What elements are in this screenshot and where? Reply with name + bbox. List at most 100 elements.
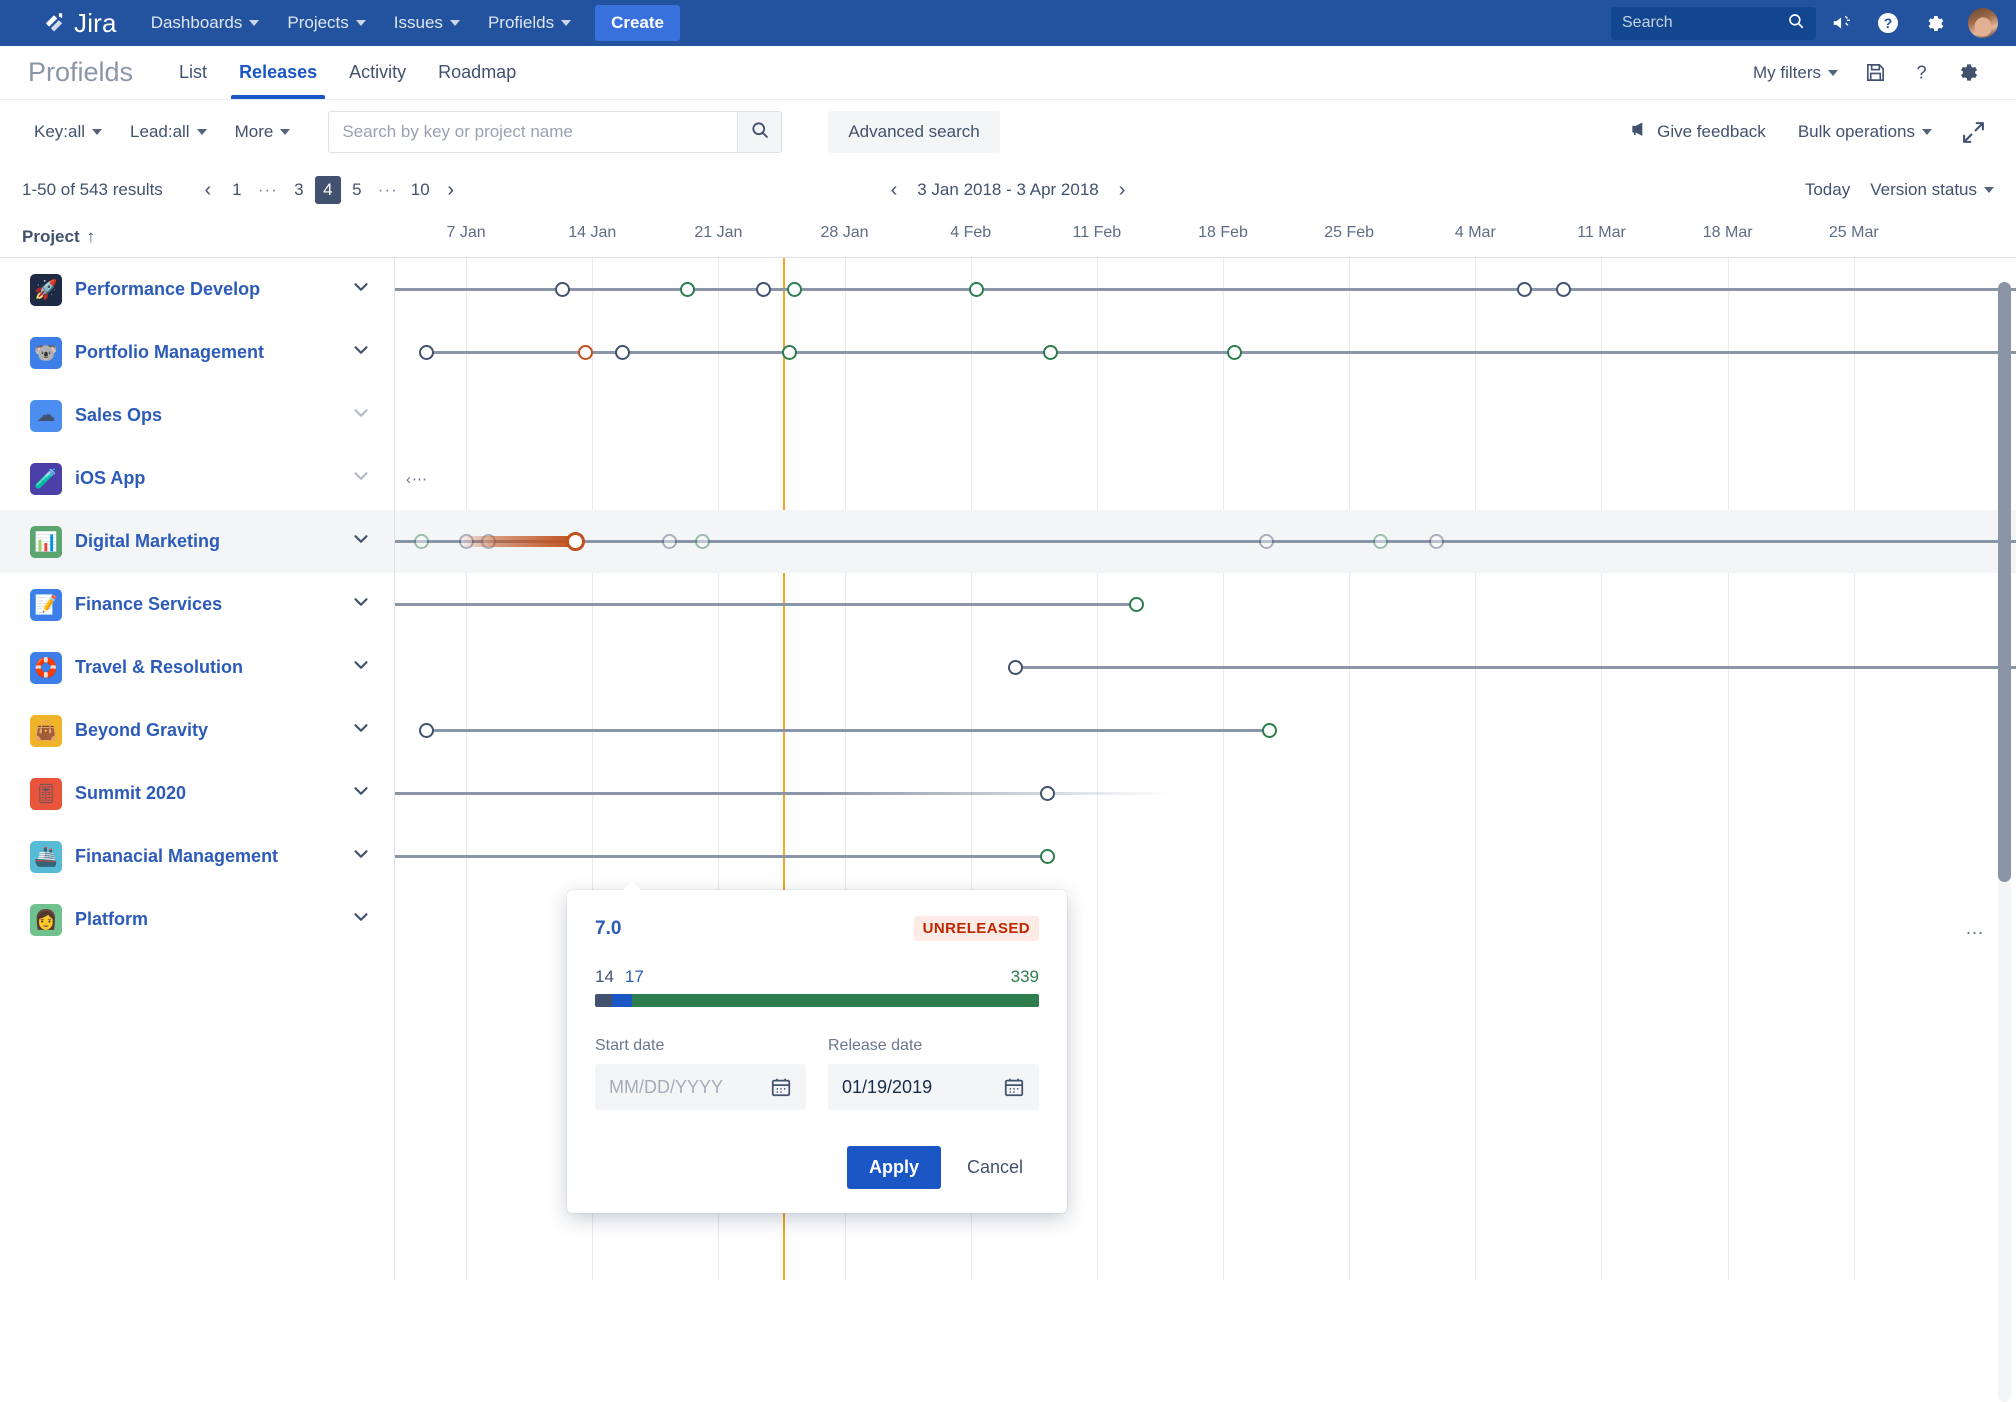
release-marker[interactable] (555, 282, 570, 297)
table-row[interactable]: 👜Beyond Gravity (0, 699, 2016, 762)
global-search-box[interactable] (1611, 7, 1816, 40)
page-10[interactable]: 10 (406, 176, 435, 204)
table-row[interactable]: ☁Sales Ops (0, 384, 2016, 447)
table-row[interactable]: 🛟Travel & Resolution (0, 636, 2016, 699)
save-icon[interactable] (1854, 52, 1896, 94)
release-marker[interactable] (1040, 849, 1055, 864)
chevron-down-icon[interactable] (350, 654, 372, 681)
project-search-input[interactable] (328, 111, 738, 153)
timeline-track[interactable] (394, 762, 2016, 825)
project-name-link[interactable]: Travel & Resolution (75, 657, 243, 678)
chevron-down-icon[interactable] (350, 402, 372, 429)
date-range-next-button[interactable]: › (1119, 179, 1126, 202)
project-column-header[interactable]: Project ↑ (0, 227, 394, 247)
tab-roadmap[interactable]: Roadmap (424, 46, 530, 99)
release-marker[interactable] (578, 345, 593, 360)
project-name-link[interactable]: Platform (75, 909, 148, 930)
project-name-link[interactable]: Digital Marketing (75, 531, 220, 552)
release-version-link[interactable]: 7.0 (595, 918, 621, 940)
nav-item-projects[interactable]: Projects (273, 0, 379, 46)
release-marker[interactable] (1373, 534, 1388, 549)
fullscreen-icon[interactable] (1952, 111, 1994, 153)
page-next-button[interactable]: › (438, 176, 464, 204)
release-marker[interactable] (787, 282, 802, 297)
chevron-down-icon[interactable] (350, 843, 372, 870)
release-marker[interactable] (1227, 345, 1242, 360)
help-icon[interactable]: ? (1868, 3, 1908, 43)
table-row[interactable]: 📊Digital Marketing (0, 510, 2016, 573)
my-filters-dropdown[interactable]: My filters (1741, 56, 1850, 90)
release-date-field[interactable] (828, 1064, 1039, 1110)
row-overflow-indicator[interactable]: … (1965, 918, 1986, 940)
release-marker[interactable] (1262, 723, 1277, 738)
bulk-operations-dropdown[interactable]: Bulk operations (1786, 115, 1944, 149)
jira-logo[interactable]: Jira (16, 8, 117, 39)
project-name-link[interactable]: iOS App (75, 468, 145, 489)
timeline-track[interactable] (394, 573, 2016, 636)
page-1[interactable]: 1 (224, 176, 250, 204)
chevron-down-icon[interactable] (350, 339, 372, 366)
project-search-button[interactable] (738, 111, 782, 153)
release-marker[interactable] (1043, 345, 1058, 360)
table-row[interactable]: 🚀Performance Develop (0, 258, 2016, 321)
drag-range-handle[interactable] (459, 536, 576, 547)
release-marker[interactable] (695, 534, 710, 549)
release-marker[interactable] (615, 345, 630, 360)
date-range-prev-button[interactable]: ‹ (891, 179, 898, 202)
key-filter-dropdown[interactable]: Key:all (22, 114, 114, 150)
release-marker[interactable] (419, 723, 434, 738)
release-marker[interactable] (566, 532, 585, 551)
project-name-link[interactable]: Portfolio Management (75, 342, 264, 363)
chevron-down-icon[interactable] (350, 780, 372, 807)
settings-icon[interactable] (1946, 52, 1988, 94)
calendar-icon[interactable] (1003, 1076, 1025, 1098)
today-button[interactable]: Today (1805, 180, 1850, 200)
release-marker[interactable] (1040, 786, 1055, 801)
project-name-link[interactable]: Beyond Gravity (75, 720, 208, 741)
table-row[interactable]: 🐨Portfolio Management (0, 321, 2016, 384)
release-marker[interactable] (414, 534, 429, 549)
release-marker[interactable] (1556, 282, 1571, 297)
release-marker[interactable] (756, 282, 771, 297)
project-name-link[interactable]: Sales Ops (75, 405, 162, 426)
timeline-track[interactable] (394, 510, 2016, 573)
timeline-track[interactable] (394, 699, 2016, 762)
start-date-field[interactable] (595, 1064, 806, 1110)
page-4-current[interactable]: 4 (315, 176, 341, 204)
tab-activity[interactable]: Activity (335, 46, 420, 99)
megaphone-icon[interactable] (1822, 3, 1862, 43)
help-icon[interactable]: ? (1900, 52, 1942, 94)
release-marker[interactable] (419, 345, 434, 360)
release-marker[interactable] (1129, 597, 1144, 612)
table-row[interactable]: 🎚Summit 2020 (0, 762, 2016, 825)
tab-releases[interactable]: Releases (225, 46, 331, 99)
gear-icon[interactable] (1914, 3, 1954, 43)
table-row[interactable]: 📝Finance Services (0, 573, 2016, 636)
advanced-search-button[interactable]: Advanced search (828, 111, 999, 153)
table-row[interactable]: 🧪iOS App‹⋯ (0, 447, 2016, 510)
release-marker[interactable] (1429, 534, 1444, 549)
nav-item-profields[interactable]: Profields (474, 0, 585, 46)
timeline-track[interactable] (394, 384, 2016, 447)
more-filters-dropdown[interactable]: More (223, 114, 303, 150)
apply-button[interactable]: Apply (847, 1146, 941, 1189)
release-marker[interactable] (1008, 660, 1023, 675)
project-name-link[interactable]: Finanacial Management (75, 846, 278, 867)
give-feedback-button[interactable]: Give feedback (1616, 113, 1778, 152)
release-marker[interactable] (1259, 534, 1274, 549)
project-name-link[interactable]: Summit 2020 (75, 783, 186, 804)
start-date-input[interactable] (609, 1077, 770, 1098)
vertical-scrollbar-thumb[interactable] (1998, 282, 2011, 882)
lead-filter-dropdown[interactable]: Lead:all (118, 114, 219, 150)
overflow-left-indicator[interactable]: ‹⋯ (406, 470, 428, 488)
project-name-link[interactable]: Finance Services (75, 594, 222, 615)
release-date-input[interactable] (842, 1077, 1003, 1098)
chevron-down-icon[interactable] (350, 717, 372, 744)
release-marker[interactable] (969, 282, 984, 297)
nav-item-issues[interactable]: Issues (380, 0, 474, 46)
release-marker[interactable] (680, 282, 695, 297)
release-marker[interactable] (782, 345, 797, 360)
tab-list[interactable]: List (165, 46, 221, 99)
timeline-track[interactable]: ‹⋯ (394, 447, 2016, 510)
table-row[interactable]: 🚢Finanacial Management (0, 825, 2016, 888)
